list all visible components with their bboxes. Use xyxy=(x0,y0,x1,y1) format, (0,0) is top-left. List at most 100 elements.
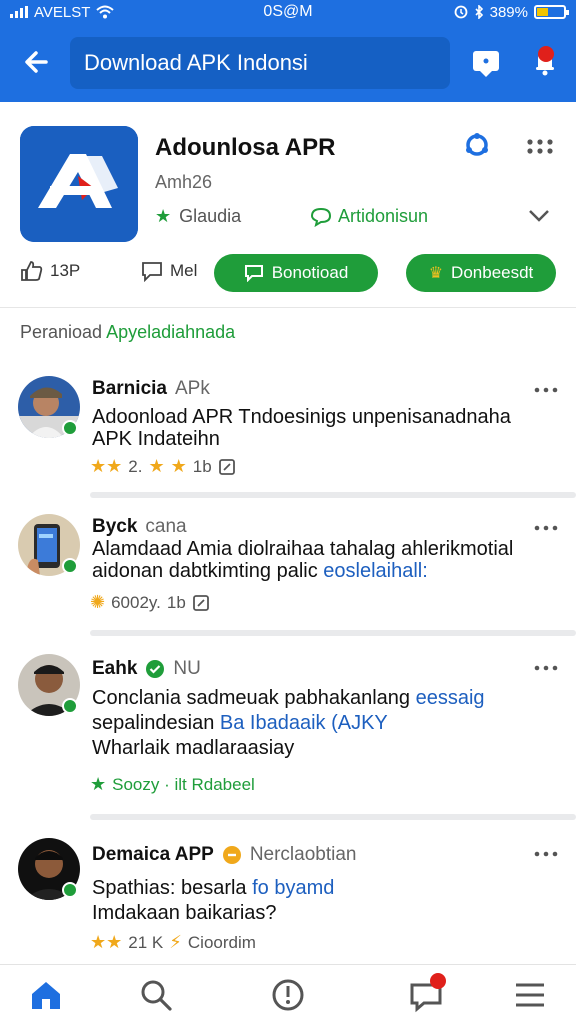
search-icon xyxy=(141,980,172,1011)
post-meta: ★★ 21 K ⚡ Cioordim xyxy=(90,932,256,953)
more-options-button[interactable] xyxy=(526,138,554,154)
post-line: Spathias: besarla fo byamd xyxy=(92,876,552,901)
arrow-left-icon xyxy=(25,51,48,73)
post-meta[interactable]: ★ Soozy · ilt Rdabeel xyxy=(90,774,255,795)
action-row: 13P Mel Bonotioad ♛ Donbeesdt xyxy=(0,254,576,294)
share-icon xyxy=(466,133,488,156)
verified-icon xyxy=(146,660,165,678)
nav-messages[interactable] xyxy=(408,973,446,1013)
app-card: Adounlosa APR Amh26 ★ Glaudia Artidonisu… xyxy=(0,102,576,308)
online-badge xyxy=(62,420,78,436)
post-author-name: Byck xyxy=(92,516,138,537)
bluetooth-icon xyxy=(475,5,483,19)
alert-circle-icon xyxy=(272,979,304,1011)
post-link[interactable]: eoslelaihall: xyxy=(323,560,428,582)
post-author[interactable]: Demaica APP Nerclaobtian xyxy=(92,844,356,866)
like-count: 13P xyxy=(50,261,81,280)
status-time: 0S@M xyxy=(263,3,313,20)
post-author-name: Demaica APP xyxy=(92,844,214,865)
message-icon xyxy=(473,51,499,77)
post-line: Imdakaan baikarias? xyxy=(92,902,277,924)
announce-label: Artidonisun xyxy=(338,206,429,226)
online-badge xyxy=(62,558,78,574)
post-author[interactable]: Eahk NU xyxy=(92,658,201,680)
sparkle-icon: ✺ xyxy=(90,592,106,612)
app-rating-label: Glaudia xyxy=(179,206,242,226)
post-rating: 6002y. xyxy=(111,592,161,612)
app-subtitle: Amh26 xyxy=(155,172,213,192)
feed-post[interactable]: Eahk NU Conclania sadmeuak pabhakanlang … xyxy=(0,648,576,828)
verified-icon xyxy=(222,846,241,864)
more-dots-icon[interactable] xyxy=(534,524,558,532)
comment-stat[interactable]: Mel xyxy=(140,260,197,282)
thumbs-up-icon xyxy=(21,261,43,281)
post-author[interactable]: Byck cana xyxy=(92,516,187,538)
divider xyxy=(90,492,576,498)
wifi-icon xyxy=(96,5,115,19)
post-text-plain: sepalindesian xyxy=(92,712,220,734)
comment-icon xyxy=(310,207,332,227)
star-icon: ★ xyxy=(155,206,172,226)
nav-alerts[interactable] xyxy=(270,977,306,1013)
download-button[interactable]: Bonotioad xyxy=(214,254,378,292)
comment-outline-icon xyxy=(142,262,162,282)
divider xyxy=(90,630,576,636)
feed-post[interactable]: Byck cana Alamdaad Amia diolraihaa tahala… xyxy=(0,508,576,638)
more-dots-icon[interactable] xyxy=(534,664,558,672)
app-rating: ★ Glaudia xyxy=(155,206,241,227)
section-label-prefix: Peranioad xyxy=(20,322,107,342)
like-stat[interactable]: 13P xyxy=(20,260,80,282)
share-button[interactable] xyxy=(462,130,492,160)
post-rating: 21 K xyxy=(128,932,164,952)
post-body: Adoonload APR Tndoesinigs unpenisanadnah… xyxy=(92,406,552,450)
battery-percent: 389% xyxy=(489,3,528,21)
search-input[interactable]: Download APK Indonsi xyxy=(70,37,450,89)
nav-menu[interactable] xyxy=(512,977,548,1013)
online-badge xyxy=(62,698,78,714)
post-line: sepalindesian Ba Ibadaaik (AJKY xyxy=(92,711,552,736)
install-button[interactable]: ♛ Donbeesdt xyxy=(406,254,556,292)
post-link[interactable]: Ba Ibadaaik (AJKY xyxy=(220,712,388,734)
status-left: AVELST xyxy=(10,4,210,21)
post-author-sub: Nerclaobtian xyxy=(249,844,357,865)
battery-icon xyxy=(534,5,569,19)
chevron-down-icon xyxy=(529,210,549,222)
app-icon[interactable] xyxy=(20,126,138,242)
post-body: Spathias: besarla fo byamd Imdakaan baik… xyxy=(92,876,552,926)
star-icon: ★ xyxy=(170,456,187,476)
star-icon: ★★ xyxy=(90,932,123,952)
more-dots-icon[interactable] xyxy=(534,386,558,394)
app-bar: Download APK Indonsi xyxy=(0,24,576,102)
edit-icon[interactable] xyxy=(192,594,210,612)
post-author[interactable]: Barnicia APk xyxy=(92,378,210,400)
expand-button[interactable] xyxy=(526,206,552,226)
post-body: Alamdaad Amia diolraihaa tahalag ahlerik… xyxy=(92,538,552,582)
post-body: Conclania sadmeuak pabhakanlang eessaig … xyxy=(92,686,552,761)
feed-post[interactable]: Barnicia APk Adoonload APR Tndoesinigs un… xyxy=(0,370,576,500)
carrier-label: AVELST xyxy=(34,3,91,21)
alarm-icon xyxy=(454,5,468,19)
back-button[interactable] xyxy=(18,42,58,82)
app-logo-icon xyxy=(20,126,138,242)
app-title: Adounlosa APR xyxy=(155,134,336,161)
home-icon xyxy=(32,982,60,1009)
post-link[interactable]: eessaig xyxy=(416,687,485,709)
download-button-label: Bonotioad xyxy=(271,263,349,282)
nav-home[interactable] xyxy=(28,977,64,1013)
notification-button[interactable] xyxy=(528,44,562,78)
post-author-sub: cana xyxy=(145,516,187,537)
announce-link[interactable]: Artidonisun xyxy=(310,206,428,227)
star-icon: ★ xyxy=(90,774,107,794)
post-link[interactable]: fo byamd xyxy=(252,877,334,899)
edit-icon[interactable] xyxy=(218,458,236,476)
comment-count: Mel xyxy=(170,261,198,280)
feed-post[interactable]: Demaica APP Nerclaobtian Spathias: besar… xyxy=(0,832,576,960)
nav-search[interactable] xyxy=(138,977,174,1013)
post-text-plain: aidonan dabtkimting palic xyxy=(92,560,324,582)
post-text-plain: Conclania sadmeuak pabhakanlang xyxy=(92,687,416,709)
section-label-accent[interactable]: Apyeladiahnada xyxy=(106,322,235,342)
more-dots-icon[interactable] xyxy=(534,850,558,858)
post-line: APK Indateihn xyxy=(92,428,220,450)
message-button[interactable] xyxy=(470,46,502,78)
menu-icon xyxy=(516,983,544,1007)
